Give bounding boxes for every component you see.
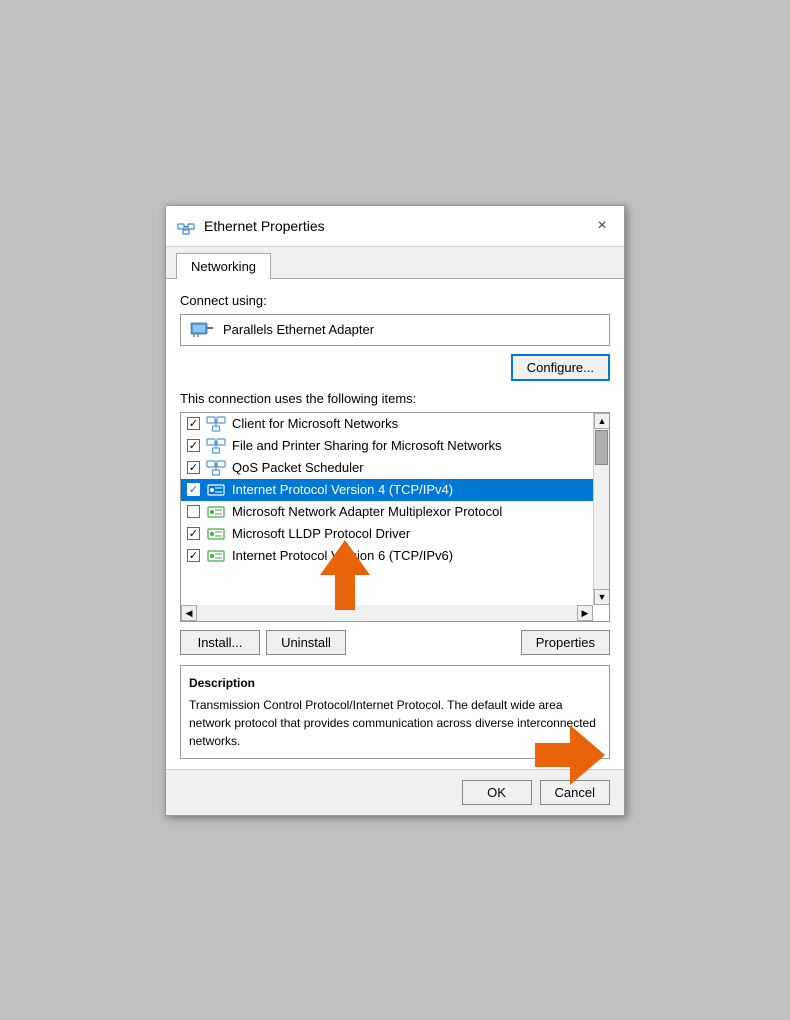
h-scroll-left-button[interactable]: ◀ xyxy=(181,605,197,621)
ethernet-properties-dialog: Ethernet Properties × Networking Connect… xyxy=(165,205,625,816)
scroll-down-button[interactable]: ▼ xyxy=(594,589,610,605)
tab-bar: Networking xyxy=(166,247,624,279)
title-bar: Ethernet Properties × xyxy=(166,206,624,247)
items-label: This connection uses the following items… xyxy=(180,391,610,406)
adapter-icon xyxy=(189,320,215,340)
item-icon xyxy=(206,438,226,454)
list-item[interactable]: ✓ Microsoft LLDP Protocol Driver xyxy=(181,523,609,545)
tab-networking[interactable]: Networking xyxy=(176,253,271,279)
close-button[interactable]: × xyxy=(590,214,614,238)
items-list[interactable]: ✓ Client for Microsoft Networks✓ File an… xyxy=(180,412,610,622)
list-item[interactable]: ✓ Client for Microsoft Networks xyxy=(181,413,609,435)
item-label: Internet Protocol Version 4 (TCP/IPv4) xyxy=(232,482,453,497)
configure-row: Configure... xyxy=(180,354,610,381)
dialog-body: Connect using: Parallels Ethernet Adapte… xyxy=(166,279,624,769)
button-row: Install... Uninstall Properties xyxy=(180,630,610,655)
item-icon xyxy=(206,548,226,564)
ethernet-icon xyxy=(176,216,196,236)
ok-button[interactable]: OK xyxy=(462,780,532,805)
item-icon xyxy=(206,460,226,476)
cancel-button[interactable]: Cancel xyxy=(540,780,610,805)
item-checkbox[interactable]: ✓ xyxy=(187,483,200,496)
item-label: Microsoft LLDP Protocol Driver xyxy=(232,526,410,541)
list-item[interactable]: ✓ QoS Packet Scheduler xyxy=(181,457,609,479)
adapter-box: Parallels Ethernet Adapter xyxy=(180,314,610,346)
ok-cancel-row: OK Cancel xyxy=(166,769,624,815)
item-label: File and Printer Sharing for Microsoft N… xyxy=(232,438,501,453)
scroll-up-button[interactable]: ▲ xyxy=(594,413,610,429)
adapter-name: Parallels Ethernet Adapter xyxy=(223,322,374,337)
list-items-container: ✓ Client for Microsoft Networks✓ File an… xyxy=(181,413,609,567)
list-item[interactable]: ✓ File and Printer Sharing for Microsoft… xyxy=(181,435,609,457)
list-item[interactable]: ✓ Internet Protocol Version 6 (TCP/IPv6) xyxy=(181,545,609,567)
item-checkbox[interactable]: ✓ xyxy=(187,549,200,562)
item-label: Microsoft Network Adapter Multiplexor Pr… xyxy=(232,504,502,519)
item-icon xyxy=(206,504,226,520)
list-item[interactable]: Microsoft Network Adapter Multiplexor Pr… xyxy=(181,501,609,523)
description-title: Description xyxy=(189,674,601,692)
item-icon xyxy=(206,416,226,432)
description-box: Description Transmission Control Protoco… xyxy=(180,665,610,759)
h-scroll-track xyxy=(197,605,577,621)
install-button[interactable]: Install... xyxy=(180,630,260,655)
dialog-title: Ethernet Properties xyxy=(204,218,590,234)
description-text: Transmission Control Protocol/Internet P… xyxy=(189,696,601,750)
item-label: Client for Microsoft Networks xyxy=(232,416,398,431)
h-scroll-right-button[interactable]: ▶ xyxy=(577,605,593,621)
item-checkbox[interactable] xyxy=(187,505,200,518)
properties-button[interactable]: Properties xyxy=(521,630,610,655)
item-icon xyxy=(206,482,226,498)
item-checkbox[interactable]: ✓ xyxy=(187,417,200,430)
item-icon xyxy=(206,526,226,542)
scrollbar-track[interactable]: ▲ ▼ xyxy=(593,413,609,605)
list-item[interactable]: ✓ Internet Protocol Version 4 (TCP/IPv4) xyxy=(181,479,609,501)
configure-button[interactable]: Configure... xyxy=(511,354,610,381)
item-label: QoS Packet Scheduler xyxy=(232,460,364,475)
scrollbar-thumb[interactable] xyxy=(595,430,608,465)
item-label: Internet Protocol Version 6 (TCP/IPv6) xyxy=(232,548,453,563)
uninstall-button[interactable]: Uninstall xyxy=(266,630,346,655)
item-checkbox[interactable]: ✓ xyxy=(187,461,200,474)
item-checkbox[interactable]: ✓ xyxy=(187,527,200,540)
connect-using-label: Connect using: xyxy=(180,293,610,308)
item-checkbox[interactable]: ✓ xyxy=(187,439,200,452)
h-scrollbar: ◀ ▶ xyxy=(181,605,593,621)
